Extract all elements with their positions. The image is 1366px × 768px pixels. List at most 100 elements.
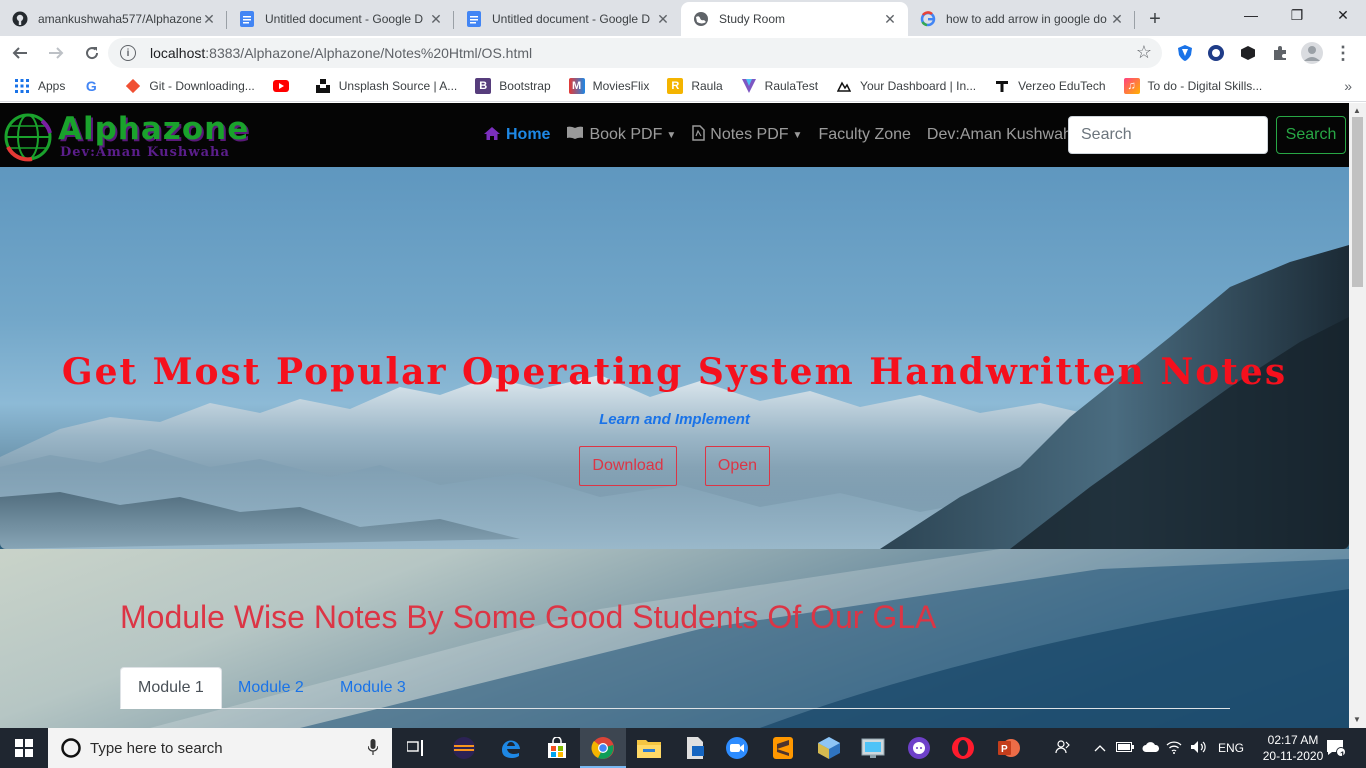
close-tab-icon[interactable]: ✕: [201, 11, 217, 27]
bookmark-raulatest[interactable]: RaulaTest: [741, 78, 818, 94]
taskbar-search-placeholder: Type here to search: [90, 739, 223, 757]
site-search-button[interactable]: Search: [1276, 116, 1346, 154]
page-viewport: Alphazone Dev:Aman Kushwaha Home Book PD…: [0, 103, 1349, 728]
dashboard-icon: [836, 78, 852, 94]
browser-menu-icon[interactable]: ⋮: [1332, 42, 1354, 64]
site-logo[interactable]: Alphazone Dev:Aman Kushwaha: [2, 109, 272, 162]
screen-capture-icon[interactable]: [850, 728, 896, 768]
virtualbox-icon[interactable]: [806, 728, 852, 768]
security-extension-icon[interactable]: [1205, 42, 1227, 64]
nav-book-pdf-label: Book PDF: [589, 126, 663, 143]
cube-extension-icon[interactable]: [1237, 42, 1259, 64]
bookmark-label: Bootstrap: [499, 78, 551, 93]
edge-browser-icon[interactable]: [488, 728, 534, 768]
bookmark-label: Your Dashboard | In...: [860, 78, 977, 93]
action-center-icon[interactable]: 1: [1316, 728, 1356, 768]
bookmark-youtube[interactable]: [272, 78, 297, 94]
search-placeholder: Search: [1081, 126, 1132, 143]
bookmark-dashboard[interactable]: Your Dashboard | In...: [836, 78, 976, 94]
people-icon[interactable]: [1052, 739, 1074, 758]
nav-notes-pdf-dropdown[interactable]: Notes PDF ▼: [692, 125, 802, 145]
forward-arrow-icon[interactable]: [40, 39, 72, 67]
microphone-icon[interactable]: [367, 739, 379, 758]
bookmark-git[interactable]: Git - Downloading...: [125, 78, 255, 94]
site-info-icon[interactable]: i: [120, 45, 136, 61]
extensions-puzzle-icon[interactable]: [1269, 42, 1291, 64]
bookmark-todo[interactable]: ♫ To do - Digital Skills...: [1123, 77, 1262, 94]
eclipse-icon[interactable]: [441, 728, 487, 768]
bookmark-bootstrap[interactable]: B Bootstrap: [475, 77, 551, 94]
profile-avatar-icon[interactable]: [1301, 42, 1323, 64]
site-navbar: Alphazone Dev:Aman Kushwaha Home Book PD…: [0, 103, 1349, 167]
task-view-icon[interactable]: [393, 728, 439, 768]
bookmark-google[interactable]: G: [83, 78, 107, 94]
input-language[interactable]: ENG: [1218, 741, 1244, 755]
nav-home[interactable]: Home: [483, 126, 550, 145]
clock-time: 02:17 AM: [1267, 733, 1319, 747]
open-button[interactable]: Open: [705, 446, 770, 486]
close-window-icon[interactable]: ✕: [1320, 0, 1366, 30]
tab-module-1[interactable]: Module 1: [120, 667, 222, 709]
bookmark-label: Unsplash Source | A...: [338, 78, 458, 93]
download-button[interactable]: Download: [579, 446, 677, 486]
site-search-input[interactable]: Search: [1068, 116, 1268, 154]
address-bar[interactable]: i localhost:8383/Alphazone/Alphazone/Not…: [108, 38, 1162, 68]
chrome-icon[interactable]: [580, 728, 626, 768]
bookmark-star-icon[interactable]: ☆: [1136, 42, 1152, 63]
browser-tab-docs-1[interactable]: Untitled document - Google D ✕: [227, 2, 454, 36]
browser-tab-study-room[interactable]: Study Room ✕: [681, 2, 908, 36]
maximize-icon[interactable]: ❐: [1274, 0, 1320, 30]
browser-tab-github[interactable]: amankushwaha577/Alphazone ✕: [0, 2, 227, 36]
pdf-file-icon: [692, 125, 706, 145]
github-desktop-icon[interactable]: [896, 728, 942, 768]
bookmark-raula[interactable]: R Raula: [667, 77, 723, 94]
wifi-icon[interactable]: [1166, 740, 1186, 757]
zoom-icon[interactable]: [714, 728, 760, 768]
bookmark-moviesflix[interactable]: M MoviesFlix: [568, 77, 650, 94]
nav-notes-pdf-label: Notes PDF: [710, 126, 789, 143]
back-arrow-icon[interactable]: [4, 39, 36, 67]
taskbar-search-box[interactable]: Type here to search: [48, 728, 392, 768]
show-hidden-icons-icon[interactable]: [1094, 741, 1110, 755]
opera-icon[interactable]: [940, 728, 986, 768]
bookmark-verzeo[interactable]: Verzeo EduTech: [994, 78, 1106, 94]
tab-module-2[interactable]: Module 2: [221, 667, 321, 709]
more-bookmarks-icon[interactable]: »: [1344, 78, 1352, 94]
bookmark-label: Git - Downloading...: [149, 78, 255, 93]
powerpoint-icon[interactable]: P: [986, 728, 1032, 768]
browser-tab-google-search[interactable]: how to add arrow in google do ✕: [908, 2, 1135, 36]
hero-subtitle: Learn and Implement: [599, 411, 750, 428]
volume-icon[interactable]: [1190, 740, 1210, 757]
scrollbar-thumb[interactable]: [1352, 117, 1363, 287]
close-tab-icon[interactable]: ✕: [428, 11, 444, 27]
close-tab-icon[interactable]: ✕: [882, 11, 898, 27]
apps-grid-icon: [14, 78, 30, 94]
scroll-up-arrow-icon[interactable]: ▲: [1353, 106, 1361, 115]
nav-dev[interactable]: Dev:Aman Kushwaha: [927, 126, 1081, 144]
new-tab-button[interactable]: +: [1135, 2, 1175, 36]
bookmark-unsplash[interactable]: Unsplash Source | A...: [315, 78, 458, 94]
reload-icon[interactable]: [76, 39, 108, 67]
sublime-text-icon[interactable]: [760, 728, 806, 768]
document-viewer-icon[interactable]: [672, 728, 718, 768]
tab-title: Untitled document - Google D: [492, 12, 651, 26]
nav-links: Home Book PDF ▼ Notes PDF ▼ Faculty Zone…: [483, 103, 1097, 167]
page-scrollbar[interactable]: ▲ ▼: [1349, 103, 1366, 728]
taskbar-clock[interactable]: 02:17 AM 20-11-2020: [1262, 732, 1324, 764]
tab-module-3[interactable]: Module 3: [323, 667, 423, 709]
bookmark-label: MoviesFlix: [592, 78, 650, 93]
windows-start-icon[interactable]: [0, 728, 48, 768]
browser-tab-docs-2[interactable]: Untitled document - Google D ✕: [454, 2, 681, 36]
close-tab-icon[interactable]: ✕: [655, 11, 671, 27]
onedrive-cloud-icon[interactable]: [1142, 741, 1162, 756]
close-tab-icon[interactable]: ✕: [1109, 11, 1125, 27]
scroll-down-arrow-icon[interactable]: ▼: [1353, 715, 1361, 724]
minimize-icon[interactable]: —: [1228, 0, 1274, 30]
bookmark-apps[interactable]: Apps: [14, 78, 65, 94]
nav-book-pdf-dropdown[interactable]: Book PDF ▼: [566, 126, 676, 144]
battery-icon[interactable]: [1116, 741, 1136, 755]
store-icon[interactable]: [534, 728, 580, 768]
shield-extension-icon[interactable]: [1174, 42, 1196, 64]
file-explorer-icon[interactable]: [626, 728, 672, 768]
nav-faculty-zone[interactable]: Faculty Zone: [818, 126, 910, 144]
